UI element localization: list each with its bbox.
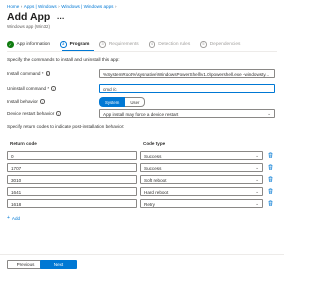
return-code-header: Return code — [10, 141, 37, 146]
step-number: 5 — [200, 41, 207, 48]
wizard-steps: ✓ App information 2 Program 3 Requiremen… — [7, 41, 250, 48]
footer-divider — [0, 254, 284, 255]
uninstall-command-label: Uninstall command * i — [7, 86, 56, 91]
info-icon[interactable]: i — [39, 99, 45, 104]
code-type-select[interactable]: Retry ⌄ — [140, 199, 263, 208]
breadcrumb-apps-windows[interactable]: Apps | Windows — [24, 4, 57, 9]
code-type-select[interactable]: Success ⌄ — [140, 163, 263, 172]
code-type-select[interactable]: Hard reboot ⌄ — [140, 187, 263, 196]
install-behavior-toggle: System User — [99, 97, 146, 107]
install-command-label: Install command * i — [7, 71, 51, 76]
breadcrumb-separator: › — [114, 4, 117, 9]
chevron-down-icon: ⌄ — [255, 165, 259, 170]
behavior-system-option[interactable]: System — [99, 97, 126, 107]
plus-icon: + — [7, 215, 10, 221]
chevron-down-icon: ⌄ — [255, 201, 259, 206]
uninstall-command-input[interactable]: cmd /c — [99, 84, 275, 93]
info-icon[interactable]: i — [45, 71, 51, 76]
behavior-user-option[interactable]: User — [125, 97, 146, 107]
return-codes-intro: Specify return codes to indicate post-in… — [7, 124, 125, 129]
step-program[interactable]: 2 Program — [60, 41, 89, 48]
code-type-header: Code type — [143, 141, 166, 146]
commands-intro: Specify the commands to install and unin… — [7, 57, 120, 62]
info-icon[interactable]: i — [51, 86, 56, 91]
check-icon: ✓ — [7, 41, 14, 48]
return-code-input[interactable]: 1618 — [7, 199, 137, 208]
step-label: App information — [16, 41, 51, 47]
breadcrumb-home[interactable]: Home — [7, 4, 19, 9]
page-subtitle: Windows app (Win32) — [7, 24, 50, 29]
step-label: Dependencies — [209, 41, 241, 47]
return-code-input[interactable]: 0 — [7, 151, 137, 160]
trash-icon[interactable] — [267, 151, 274, 159]
step-number: 4 — [148, 41, 156, 48]
active-step-indicator — [62, 49, 94, 51]
trash-icon[interactable] — [267, 199, 274, 207]
breadcrumb: Home › Apps | Windows › Windows | Windows ap… — [7, 4, 118, 9]
return-code-input[interactable]: 1641 — [7, 187, 137, 196]
breadcrumb-separator: › — [20, 4, 23, 9]
chevron-down-icon: ⌄ — [255, 189, 259, 194]
step-app-information[interactable]: ✓ App information — [7, 41, 50, 48]
step-label: Requirements — [108, 41, 139, 47]
more-options-button[interactable]: ... — [57, 12, 65, 21]
step-number: 3 — [99, 41, 106, 48]
chevron-down-icon: ⌄ — [255, 153, 259, 158]
step-dependencies[interactable]: 5 Dependencies — [200, 41, 240, 48]
restart-behavior-select[interactable]: App install may force a device restart ⌄ — [99, 109, 275, 118]
step-detection-rules[interactable]: 4 Detection rules — [148, 41, 191, 48]
breadcrumb-windows-apps[interactable]: Windows | Windows apps — [61, 4, 113, 9]
breadcrumb-separator: › — [58, 4, 60, 9]
install-behavior-label: Install behavior i — [7, 99, 45, 104]
chevron-down-icon: ⌄ — [255, 177, 259, 182]
info-icon[interactable]: i — [56, 111, 61, 116]
trash-icon[interactable] — [267, 187, 274, 195]
trash-icon[interactable] — [267, 175, 274, 183]
code-type-select[interactable]: Soft reboot ⌄ — [140, 175, 263, 184]
trash-icon[interactable] — [267, 163, 274, 171]
chevron-down-icon: ⌄ — [267, 111, 271, 116]
step-label: Detection rules — [158, 41, 191, 47]
return-code-input[interactable]: 1707 — [7, 163, 137, 172]
restart-behavior-label: Device restart behavior i — [7, 111, 61, 116]
install-command-input[interactable]: %SystemRoot%\sysnative\WindowsPowerShell… — [99, 69, 275, 78]
step-requirements[interactable]: 3 Requirements — [99, 41, 139, 48]
step-label: Program — [69, 41, 90, 47]
next-button[interactable]: Next — [40, 260, 77, 269]
previous-button[interactable]: Previous — [7, 260, 44, 269]
step-number: 2 — [60, 41, 67, 48]
code-type-select[interactable]: Success ⌄ — [140, 151, 263, 160]
page-title: Add App — [7, 11, 51, 23]
steps-divider — [7, 51, 277, 52]
add-return-code-link[interactable]: + Add — [7, 215, 20, 221]
return-code-input[interactable]: 3010 — [7, 175, 137, 184]
